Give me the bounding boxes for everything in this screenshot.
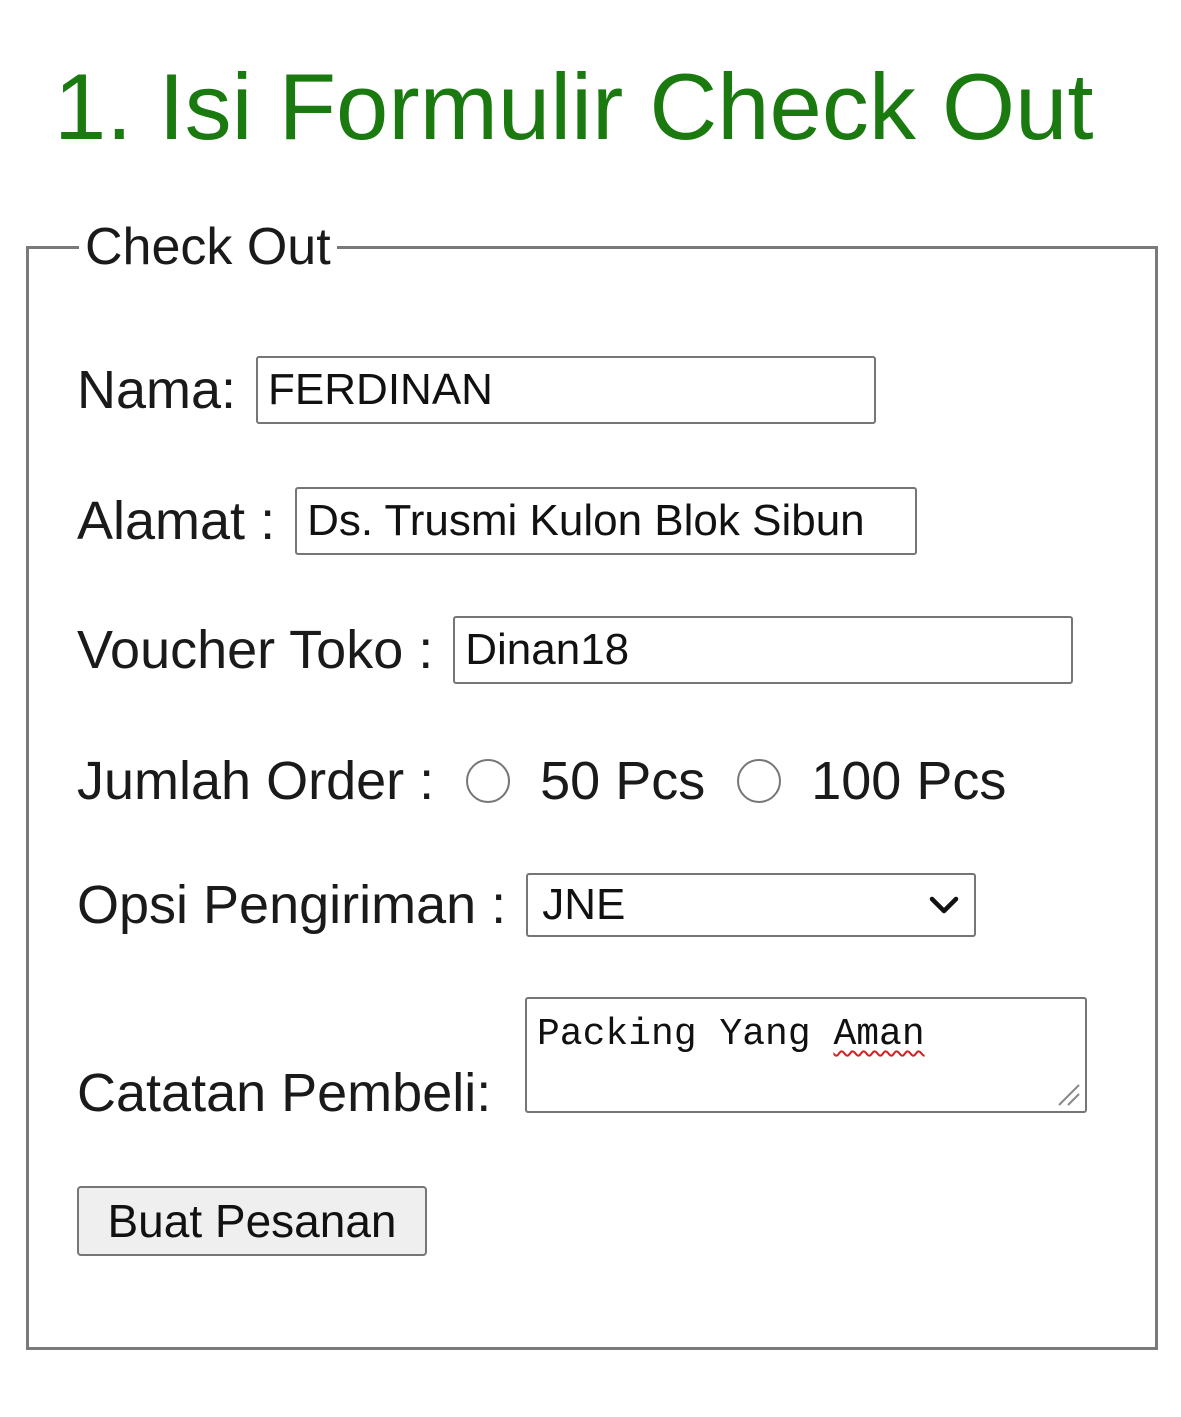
voucher-label: Voucher Toko : xyxy=(77,620,434,680)
radio-50-pcs-label: 50 Pcs xyxy=(540,751,706,811)
resize-handle-icon[interactable] xyxy=(1051,1077,1081,1107)
catatan-textarea[interactable]: Packing Yang Aman xyxy=(525,997,1087,1113)
opsi-pengiriman-label: Opsi Pengiriman : xyxy=(77,875,507,935)
page-title: 1. Isi Formulir Check Out xyxy=(54,54,1094,159)
shipping-select-value: JNE xyxy=(542,880,626,929)
radio-50-pcs[interactable] xyxy=(466,759,511,803)
alamat-input[interactable] xyxy=(295,487,918,555)
opsi-pengiriman-row: Opsi Pengiriman : JNE xyxy=(77,873,977,937)
jumlah-order-row: Jumlah Order : 50 Pcs 100 Pcs xyxy=(77,751,1006,811)
voucher-input[interactable] xyxy=(453,616,1074,684)
catatan-label: Catatan Pembeli: xyxy=(77,1063,492,1123)
chevron-down-icon xyxy=(929,896,959,914)
alamat-label: Alamat : xyxy=(77,491,276,551)
catatan-text-misspelled: Aman xyxy=(833,1013,925,1056)
jumlah-order-label: Jumlah Order : xyxy=(77,751,435,811)
catatan-text: Packing Yang Aman xyxy=(537,1009,925,1061)
nama-input[interactable] xyxy=(256,356,877,424)
nama-label: Nama: xyxy=(77,360,237,420)
radio-100-pcs-label: 100 Pcs xyxy=(811,751,1007,811)
catatan-text-start: Packing Yang xyxy=(537,1013,834,1056)
voucher-row: Voucher Toko : xyxy=(77,616,1074,684)
alamat-row: Alamat : xyxy=(77,487,918,555)
checkout-fieldset: Check Out Nama: Alamat : Voucher Toko : … xyxy=(26,219,1158,1350)
shipping-select[interactable]: JNE xyxy=(526,873,977,937)
fieldset-legend: Check Out xyxy=(79,219,337,275)
nama-row: Nama: xyxy=(77,356,877,424)
radio-100-pcs[interactable] xyxy=(737,759,782,803)
buat-pesanan-button[interactable]: Buat Pesanan xyxy=(77,1186,427,1256)
